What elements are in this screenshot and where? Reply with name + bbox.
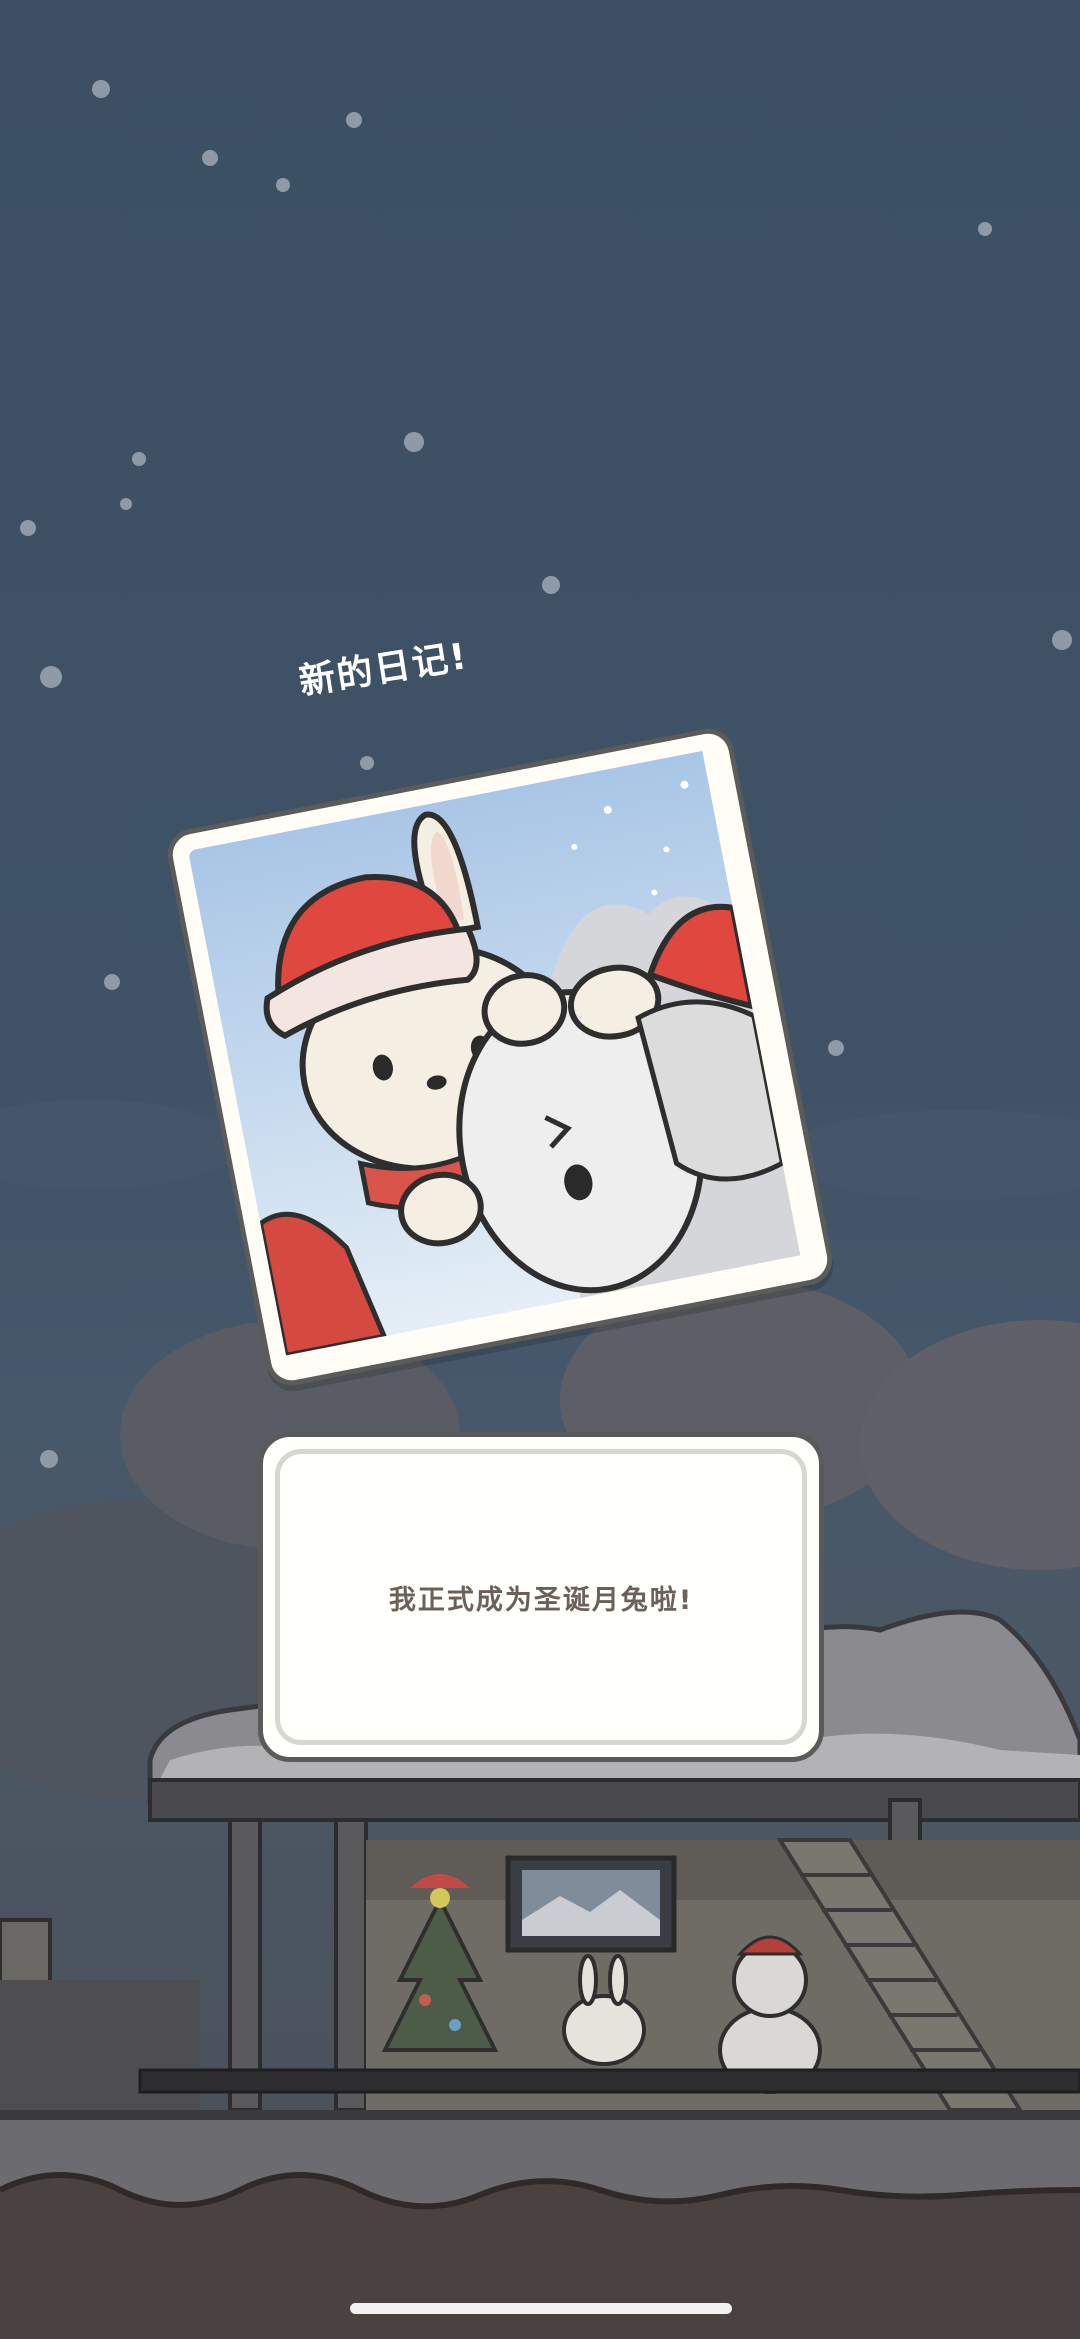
snowflake — [542, 576, 560, 594]
snowflake — [20, 520, 36, 536]
snowflake — [404, 432, 424, 452]
rabbit-santa-hat-illustration — [187, 750, 801, 1359]
diary-message-card[interactable]: 我正式成为圣诞月兔啦! — [258, 1432, 824, 1762]
snowflake — [1052, 630, 1072, 650]
cloud — [0, 1100, 240, 1190]
diary-photo — [187, 749, 812, 1365]
game-scene[interactable]: 新的日记! 我正式成为圣诞月兔啦! — [0, 0, 1080, 2339]
diary-message-inner: 我正式成为圣诞月兔啦! — [275, 1449, 807, 1745]
snowflake — [92, 80, 110, 98]
snowflake — [120, 498, 132, 510]
snowflake — [828, 1040, 844, 1056]
snowflake — [360, 756, 374, 770]
snowflake — [202, 150, 218, 166]
snowflake — [104, 974, 120, 990]
home-indicator[interactable] — [350, 2303, 732, 2314]
snowflake — [132, 452, 146, 466]
snowflake — [978, 222, 992, 236]
diary-photo-frame[interactable] — [163, 724, 837, 1390]
cloud — [780, 1110, 1080, 1200]
snowflake — [40, 666, 62, 688]
new-diary-title: 新的日记! — [296, 635, 472, 704]
diary-message-text: 我正式成为圣诞月兔啦! — [388, 1584, 694, 1616]
snowflake — [276, 178, 290, 192]
snowflake — [346, 112, 362, 128]
